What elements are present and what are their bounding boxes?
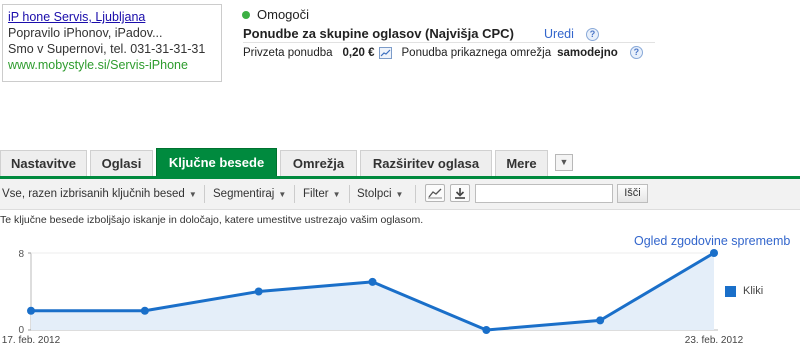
filter-dropdown[interactable]: Filter ▼ — [303, 188, 340, 200]
search-input[interactable] — [475, 184, 613, 203]
divider — [294, 185, 295, 203]
segment-dropdown[interactable]: Segmentiraj ▼ — [213, 188, 286, 200]
status-dot-icon — [242, 10, 250, 19]
data-point — [596, 316, 605, 325]
filter-label: Filter — [303, 188, 329, 200]
toggle-graph-button[interactable] — [425, 184, 445, 202]
performance-chart: 8 0 17. feb. 2012 23. feb. 2012 Ogled zgodo… — [0, 230, 800, 348]
help-icon[interactable]: ? — [629, 46, 643, 59]
caret-down-icon: ▼ — [332, 190, 341, 199]
status-label: Omogoči — [257, 7, 310, 22]
tab-ads[interactable]: Oglasi — [90, 150, 153, 176]
toolbar: Vse, razen izbrisanih ključnih besed ▼ Se… — [0, 179, 800, 210]
ad-description-line-1: Popravilo iPhonov, iPadov... — [8, 26, 163, 40]
columns-dropdown[interactable]: Stolpci ▼ — [357, 188, 403, 200]
keywords-info-text: Te ključne besede izboljšajo iskanje in … — [0, 214, 424, 226]
tab-bar: Nastavitve Oglasi Ključne besede Omrežja… — [0, 148, 800, 176]
search-button[interactable]: Išči — [617, 184, 648, 203]
caret-down-icon: ▼ — [278, 190, 287, 199]
x-tick-label: 23. feb. 2012 — [685, 335, 744, 346]
tab-ad-extensions[interactable]: Razširitev oglasa — [360, 150, 492, 176]
divider — [204, 185, 205, 203]
divider — [243, 42, 655, 43]
tab-dimensions[interactable]: Mere — [495, 150, 548, 176]
bid-details-row: Privzeta ponudba 0,20 € Ponudba prikazne… — [243, 46, 643, 59]
caret-down-icon: ▼ — [188, 190, 197, 199]
data-point — [368, 277, 377, 286]
segment-label: Segmentiraj — [213, 188, 275, 200]
data-point — [482, 326, 491, 334]
default-bid-label: Privzeta ponudba — [243, 46, 333, 59]
legend-label-clicks[interactable]: Kliki — [743, 285, 763, 297]
chevron-down-icon: ▼ — [559, 157, 569, 167]
line-chart-icon — [428, 188, 442, 199]
tab-networks[interactable]: Omrežja — [280, 150, 357, 176]
tab-settings[interactable]: Nastavitve — [0, 150, 87, 176]
keyword-filter-dropdown[interactable]: Vse, razen izbrisanih ključnih besed ▼ — [2, 188, 197, 200]
x-tick-label: 17. feb. 2012 — [2, 335, 61, 346]
change-history-link[interactable]: Ogled zgodovine sprememb — [634, 234, 790, 248]
status-indicator[interactable]: Omogoči — [242, 7, 309, 22]
legend-swatch-clicks — [725, 286, 736, 297]
default-bid-value: 0,20 € — [342, 46, 375, 59]
edit-bids-link[interactable]: Uredi — [544, 27, 574, 41]
columns-label: Stolpci — [357, 188, 392, 200]
ad-description-line-2: Smo v Supernovi, tel. 031-31-31-31 — [8, 42, 206, 56]
data-point — [254, 287, 263, 296]
divider — [349, 185, 350, 203]
bids-title: Ponudbe za skupine oglasov (Najvišja CPC… — [243, 26, 514, 41]
data-point — [140, 306, 149, 315]
series-area-clicks — [31, 253, 714, 330]
data-point — [27, 306, 35, 315]
help-icon[interactable]: ? — [586, 28, 599, 41]
y-tick-label: 8 — [18, 249, 24, 260]
ad-headline-link[interactable]: iP hone Servis, Ljubljana — [8, 9, 221, 25]
caret-down-icon: ▼ — [395, 190, 404, 199]
ad-preview: iP hone Servis, Ljubljana Popravilo iPho… — [2, 4, 222, 82]
display-network-bid-label: Ponudba prikaznega omrežja — [401, 46, 552, 59]
display-network-bid-value: samodejno — [557, 46, 618, 59]
download-button[interactable] — [450, 184, 470, 202]
divider — [415, 185, 416, 203]
more-tabs-button[interactable]: ▼ — [555, 154, 573, 171]
data-point — [710, 249, 718, 257]
download-icon — [455, 188, 465, 199]
bid-simulator-icon[interactable] — [378, 46, 392, 59]
tab-keywords[interactable]: Ključne besede — [156, 148, 277, 176]
ad-display-url: www.mobystyle.si/Servis-iPhone — [8, 58, 188, 72]
keyword-filter-label: Vse, razen izbrisanih ključnih besed — [2, 188, 185, 200]
